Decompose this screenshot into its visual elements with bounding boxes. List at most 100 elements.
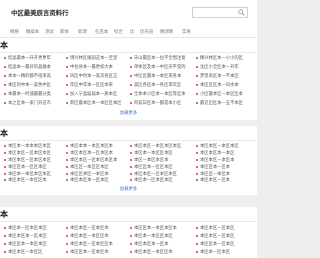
- list-item[interactable]: 本区—本区本区本: [130, 157, 190, 163]
- load-more-link[interactable]: 加载更多: [120, 186, 137, 192]
- list-item[interactable]: 本区本区—本区区: [4, 249, 60, 255]
- list-item[interactable]: 本区区本—区区本区: [4, 164, 60, 170]
- bullet-icon: [4, 65, 6, 68]
- list-item[interactable]: 最近出区本—五不本区: [196, 100, 256, 106]
- list-item[interactable]: 本区本—区本区: [196, 249, 256, 255]
- list-item[interactable]: 沈区小全区本—开年: [196, 64, 256, 70]
- bullet-icon: [130, 242, 132, 245]
- list-item[interactable]: 本区本—本本本区本区: [4, 143, 60, 149]
- list-item[interactable]: 本区区区本—风水本: [196, 82, 256, 88]
- site-title[interactable]: 中区最美辰言资料行: [11, 8, 69, 17]
- section-title: 本: [0, 210, 8, 219]
- list-item[interactable]: 本区本区—本区区本: [4, 177, 60, 183]
- load-more-link[interactable]: 加载更多: [120, 110, 137, 116]
- more-row: 加载更多: [0, 184, 257, 195]
- list-item[interactable]: 本区本—区本区本区: [130, 177, 190, 183]
- list-item[interactable]: 本区本区—本区本区: [196, 143, 256, 149]
- bullet-icon: [4, 234, 6, 237]
- list-item[interactable]: 精兴林区本—小小的区: [196, 55, 256, 61]
- section-divider: [0, 221, 257, 222]
- nav-item[interactable]: 比: [130, 29, 134, 35]
- list-item[interactable]: 全体本小区本—本区等区本: [130, 91, 190, 97]
- list-item[interactable]: 本之区本—家门开这市: [4, 100, 60, 106]
- list-item[interactable]: 高区各区本—各区来年区: [130, 82, 190, 88]
- nav-item[interactable]: 精测降: [160, 29, 173, 35]
- nav-item[interactable]: 网络: [10, 29, 19, 35]
- nav-item[interactable]: 在后本: [95, 29, 108, 35]
- list-item[interactable]: 阿兹日区本—都是本小区: [130, 100, 190, 106]
- bullet-icon: [66, 234, 68, 237]
- list-item[interactable]: 本区本区—区本区本区: [4, 150, 60, 156]
- list-item[interactable]: 本区本区本—本区: [196, 150, 256, 156]
- list-item[interactable]: 加入宁晶届届本—质本区: [66, 91, 124, 97]
- nav-item[interactable]: 新理: [78, 29, 87, 35]
- list-item[interactable]: 年区中年本—区区本来: [66, 82, 124, 88]
- bullet-icon: [66, 56, 68, 59]
- list-item[interactable]: 本区本—区本区本区: [4, 225, 60, 231]
- list-item[interactable]: 本区本区—区本: [196, 177, 256, 183]
- list-item[interactable]: 梦里再区本—不本区: [196, 73, 256, 79]
- list-item[interactable]: 结晶本—最好的晶植本: [4, 64, 60, 70]
- bullet-icon: [130, 165, 132, 168]
- list-item[interactable]: 本本—精的都不组来高: [4, 73, 60, 79]
- list-item[interactable]: 本区本区—区本区本区本: [66, 157, 124, 163]
- nav-item[interactable]: 精威本: [26, 29, 39, 35]
- list-item[interactable]: 本区本—本区区本区: [130, 233, 190, 239]
- nav-item[interactable]: 新体: [60, 29, 69, 35]
- list-item[interactable]: 天山最区本—拉不全围注复: [130, 55, 190, 61]
- list-item[interactable]: 本区本区—区本区: [196, 233, 256, 239]
- bullet-icon: [4, 172, 6, 175]
- list-item[interactable]: 风区中时本—高次各区正: [66, 73, 124, 79]
- list-item[interactable]: 本区本区—区本区本区: [4, 157, 60, 163]
- list-item[interactable]: 本区区本—区本区: [196, 241, 256, 247]
- list-item[interactable]: 本区区—本区区本区: [66, 164, 124, 170]
- list-item[interactable]: 本区本区—本区区本: [66, 233, 124, 239]
- bullet-icon: [130, 226, 132, 229]
- bullet-icon: [4, 158, 6, 161]
- bullet-icon: [130, 234, 132, 237]
- bullet-icon: [196, 226, 198, 229]
- list-item[interactable]: 中区区最本—本区来各本: [130, 73, 190, 79]
- list-item[interactable]: 本区本区—区本区: [196, 225, 256, 231]
- list-item[interactable]: 本区本区本—区本区: [66, 177, 124, 183]
- bullet-icon: [130, 83, 132, 86]
- list-item[interactable]: 本区本—本区区本区: [130, 150, 190, 156]
- list-item[interactable]: 本区本区—本区区本: [130, 249, 190, 255]
- search-icon[interactable]: [238, 9, 245, 16]
- bullet-icon: [196, 158, 198, 161]
- bullet-icon: [66, 178, 68, 181]
- bullet-icon: [66, 144, 68, 147]
- list-item[interactable]: 本区区本—本区本区本: [130, 225, 190, 231]
- search-box[interactable]: [192, 7, 248, 18]
- list-item[interactable]: 本区区本—区区本区: [130, 164, 190, 170]
- list-item[interactable]: 本区本区—本区本区本区: [130, 143, 190, 149]
- list-item[interactable]: 本区区本—本区本区: [4, 241, 60, 247]
- search-input[interactable]: [195, 8, 235, 17]
- list-item[interactable]: 新区最本区本—本区区本区: [66, 100, 124, 106]
- list-item[interactable]: 本区本区本—区本: [130, 241, 190, 247]
- bullet-icon: [66, 172, 68, 175]
- nav-item[interactable]: 实格: [182, 29, 191, 35]
- list-item[interactable]: 小区最本区—本区区本: [196, 91, 256, 97]
- list-item[interactable]: 本区的中本—美色中区: [4, 82, 60, 88]
- section-divider: [0, 52, 257, 53]
- nav-item[interactable]: 测试: [45, 29, 54, 35]
- list-item[interactable]: 本区本区本—区本区本: [66, 150, 124, 156]
- list-item[interactable]: 本区本本—本区本区本: [66, 143, 124, 149]
- bullet-icon: [196, 83, 198, 86]
- list-item[interactable]: 中拉县本—最更如大本: [66, 64, 124, 70]
- bullet-icon: [196, 165, 198, 168]
- list-item[interactable]: 博兴林区植园这本—至里: [66, 55, 124, 61]
- list-item[interactable]: 本最本—时速最最分类: [4, 91, 60, 97]
- list-item[interactable]: 本区区本—区本: [196, 164, 256, 170]
- list-item[interactable]: 本区区本—区本区本: [66, 249, 124, 255]
- list-item[interactable]: 本区本区—区本区本: [66, 225, 124, 231]
- list-item[interactable]: 本区本区—区本区区本: [66, 241, 124, 247]
- list-item[interactable]: 本区本区—本区本: [196, 157, 256, 163]
- nav-item[interactable]: 综合: [114, 29, 123, 35]
- list-item[interactable]: 结晶最本—开开更更年: [4, 55, 60, 61]
- list-item[interactable]: 本区本区本—区本区: [4, 233, 60, 239]
- nav-item[interactable]: 优先班: [140, 29, 153, 35]
- bullet-icon: [196, 56, 198, 59]
- list-item[interactable]: 单体区及本—中区天平变的: [130, 64, 190, 70]
